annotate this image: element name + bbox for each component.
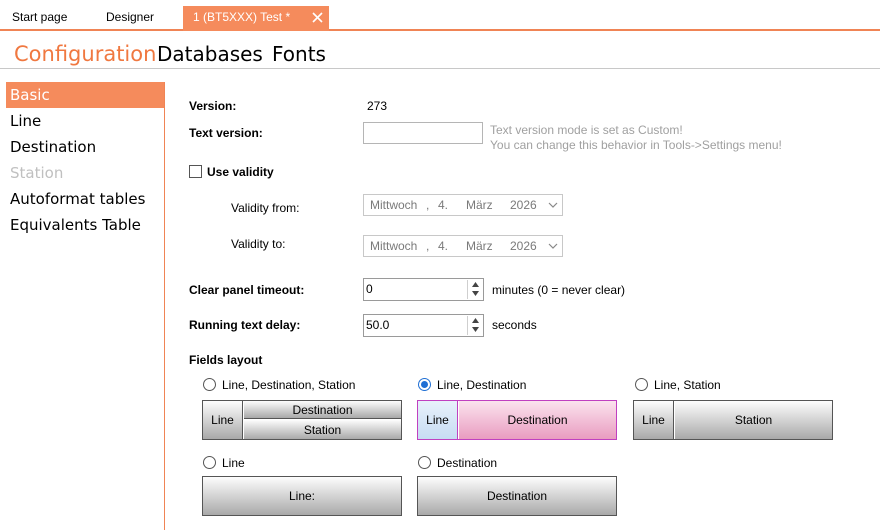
chevron-down-icon[interactable]: [548, 200, 558, 210]
sidebar-item-autoformat-tables[interactable]: Autoformat tables: [6, 186, 164, 212]
validity-to-day: 4.: [438, 239, 449, 253]
section-fonts[interactable]: Fonts: [272, 41, 326, 67]
tab-test-document[interactable]: 1 (BT5XXX) Test *: [183, 6, 329, 31]
preview-line-cell: Line: [634, 401, 674, 439]
layout-radio-line[interactable]: [203, 456, 216, 469]
validity-from-weekday: Mittwoch: [370, 198, 418, 212]
preview-destination-cell: Destination: [418, 477, 616, 515]
sidebar-item-equivalents-table[interactable]: Equivalents Table: [6, 212, 164, 238]
clear-panel-timeout-label: Clear panel timeout:: [189, 283, 305, 297]
section-divider: [0, 68, 880, 69]
version-value: 273: [367, 99, 388, 113]
layout-radio-destination[interactable]: [418, 456, 431, 469]
clear-panel-timeout-spinner[interactable]: 0: [363, 278, 484, 301]
use-validity-label[interactable]: Use validity: [207, 165, 274, 179]
tab-test-document-label: 1 (BT5XXX) Test *: [193, 10, 291, 24]
text-version-input[interactable]: [363, 122, 483, 144]
chevron-down-icon[interactable]: [548, 241, 558, 251]
section-configuration[interactable]: Configuration: [14, 41, 156, 67]
sidebar-item-destination[interactable]: Destination: [6, 134, 164, 160]
sidebar-item-line[interactable]: Line: [6, 108, 164, 134]
validity-to-datepicker[interactable]: Mittwoch , 4. März 2026: [363, 235, 563, 257]
preview-destination-cell: Destination: [244, 401, 401, 419]
layout-preview-destination[interactable]: Destination: [417, 476, 617, 516]
validity-to-month: März: [466, 239, 493, 253]
clear-panel-timeout-value: 0: [366, 282, 373, 296]
use-validity-checkbox[interactable]: [189, 165, 202, 178]
layout-preview-line[interactable]: Line:: [202, 476, 402, 516]
sidebar: Basic Line Destination Station Autoforma…: [6, 82, 165, 530]
validity-from-datepicker[interactable]: Mittwoch , 4. März 2026: [363, 194, 563, 216]
layout-label-line-station[interactable]: Line, Station: [654, 378, 721, 392]
running-text-delay-label: Running text delay:: [189, 318, 301, 332]
layout-preview-line-station[interactable]: Line Station: [633, 400, 833, 440]
text-version-hint-1: Text version mode is set as Custom!: [490, 123, 683, 137]
layout-preview-line-destination-station[interactable]: Line Destination Station: [202, 400, 402, 440]
arrow-down-icon[interactable]: [468, 289, 482, 298]
running-text-delay-spinner[interactable]: 50.0: [363, 314, 484, 337]
text-version-hint-2: You can change this behavior in Tools->S…: [490, 138, 782, 152]
layout-radio-line-station[interactable]: [635, 378, 648, 391]
text-version-label: Text version:: [189, 126, 263, 140]
running-text-delay-value: 50.0: [366, 318, 390, 332]
arrow-up-icon[interactable]: [468, 316, 482, 325]
running-text-delay-unit: seconds: [492, 318, 537, 332]
validity-from-day: 4.: [438, 198, 449, 212]
preview-station-cell: Station: [675, 401, 832, 439]
tab-designer[interactable]: Designer: [98, 6, 162, 29]
preview-line-cell: Line: [203, 401, 243, 439]
layout-preview-line-destination[interactable]: Line Destination: [417, 400, 617, 440]
preview-station-cell: Station: [244, 420, 401, 439]
layout-radio-line-destination-station[interactable]: [203, 378, 216, 391]
fields-layout-label: Fields layout: [189, 353, 263, 367]
layout-label-line[interactable]: Line: [222, 456, 245, 470]
layout-label-line-destination-station[interactable]: Line, Destination, Station: [222, 378, 355, 392]
layout-label-line-destination[interactable]: Line, Destination: [437, 378, 526, 392]
validity-from-label: Validity from:: [231, 201, 300, 215]
tab-start-page[interactable]: Start page: [4, 6, 75, 29]
validity-from-sep: ,: [426, 198, 430, 212]
layout-radio-line-destination[interactable]: [418, 378, 431, 391]
sidebar-item-basic[interactable]: Basic: [6, 82, 164, 108]
sidebar-item-station: Station: [10, 164, 64, 182]
version-label: Version:: [189, 99, 237, 113]
close-icon[interactable]: [309, 6, 325, 29]
arrow-up-icon[interactable]: [468, 280, 482, 289]
spinner-arrows: [467, 316, 482, 335]
section-databases[interactable]: Databases: [157, 41, 263, 67]
preview-destination-cell: Destination: [459, 401, 616, 439]
layout-label-destination[interactable]: Destination: [437, 456, 497, 470]
validity-from-month: März: [466, 198, 493, 212]
validity-to-year: 2026: [510, 239, 537, 253]
arrow-down-icon[interactable]: [468, 325, 482, 334]
validity-to-weekday: Mittwoch: [370, 239, 418, 253]
preview-line-cell: Line:: [203, 477, 401, 515]
clear-panel-timeout-unit: minutes (0 = never clear): [492, 283, 626, 297]
spinner-arrows: [467, 280, 482, 299]
validity-from-year: 2026: [510, 198, 537, 212]
preview-line-cell: Line: [418, 401, 458, 439]
document-tab-strip: Start page Designer 1 (BT5XXX) Test *: [0, 0, 880, 31]
validity-to-sep: ,: [426, 239, 430, 253]
validity-to-label: Validity to:: [231, 237, 286, 251]
